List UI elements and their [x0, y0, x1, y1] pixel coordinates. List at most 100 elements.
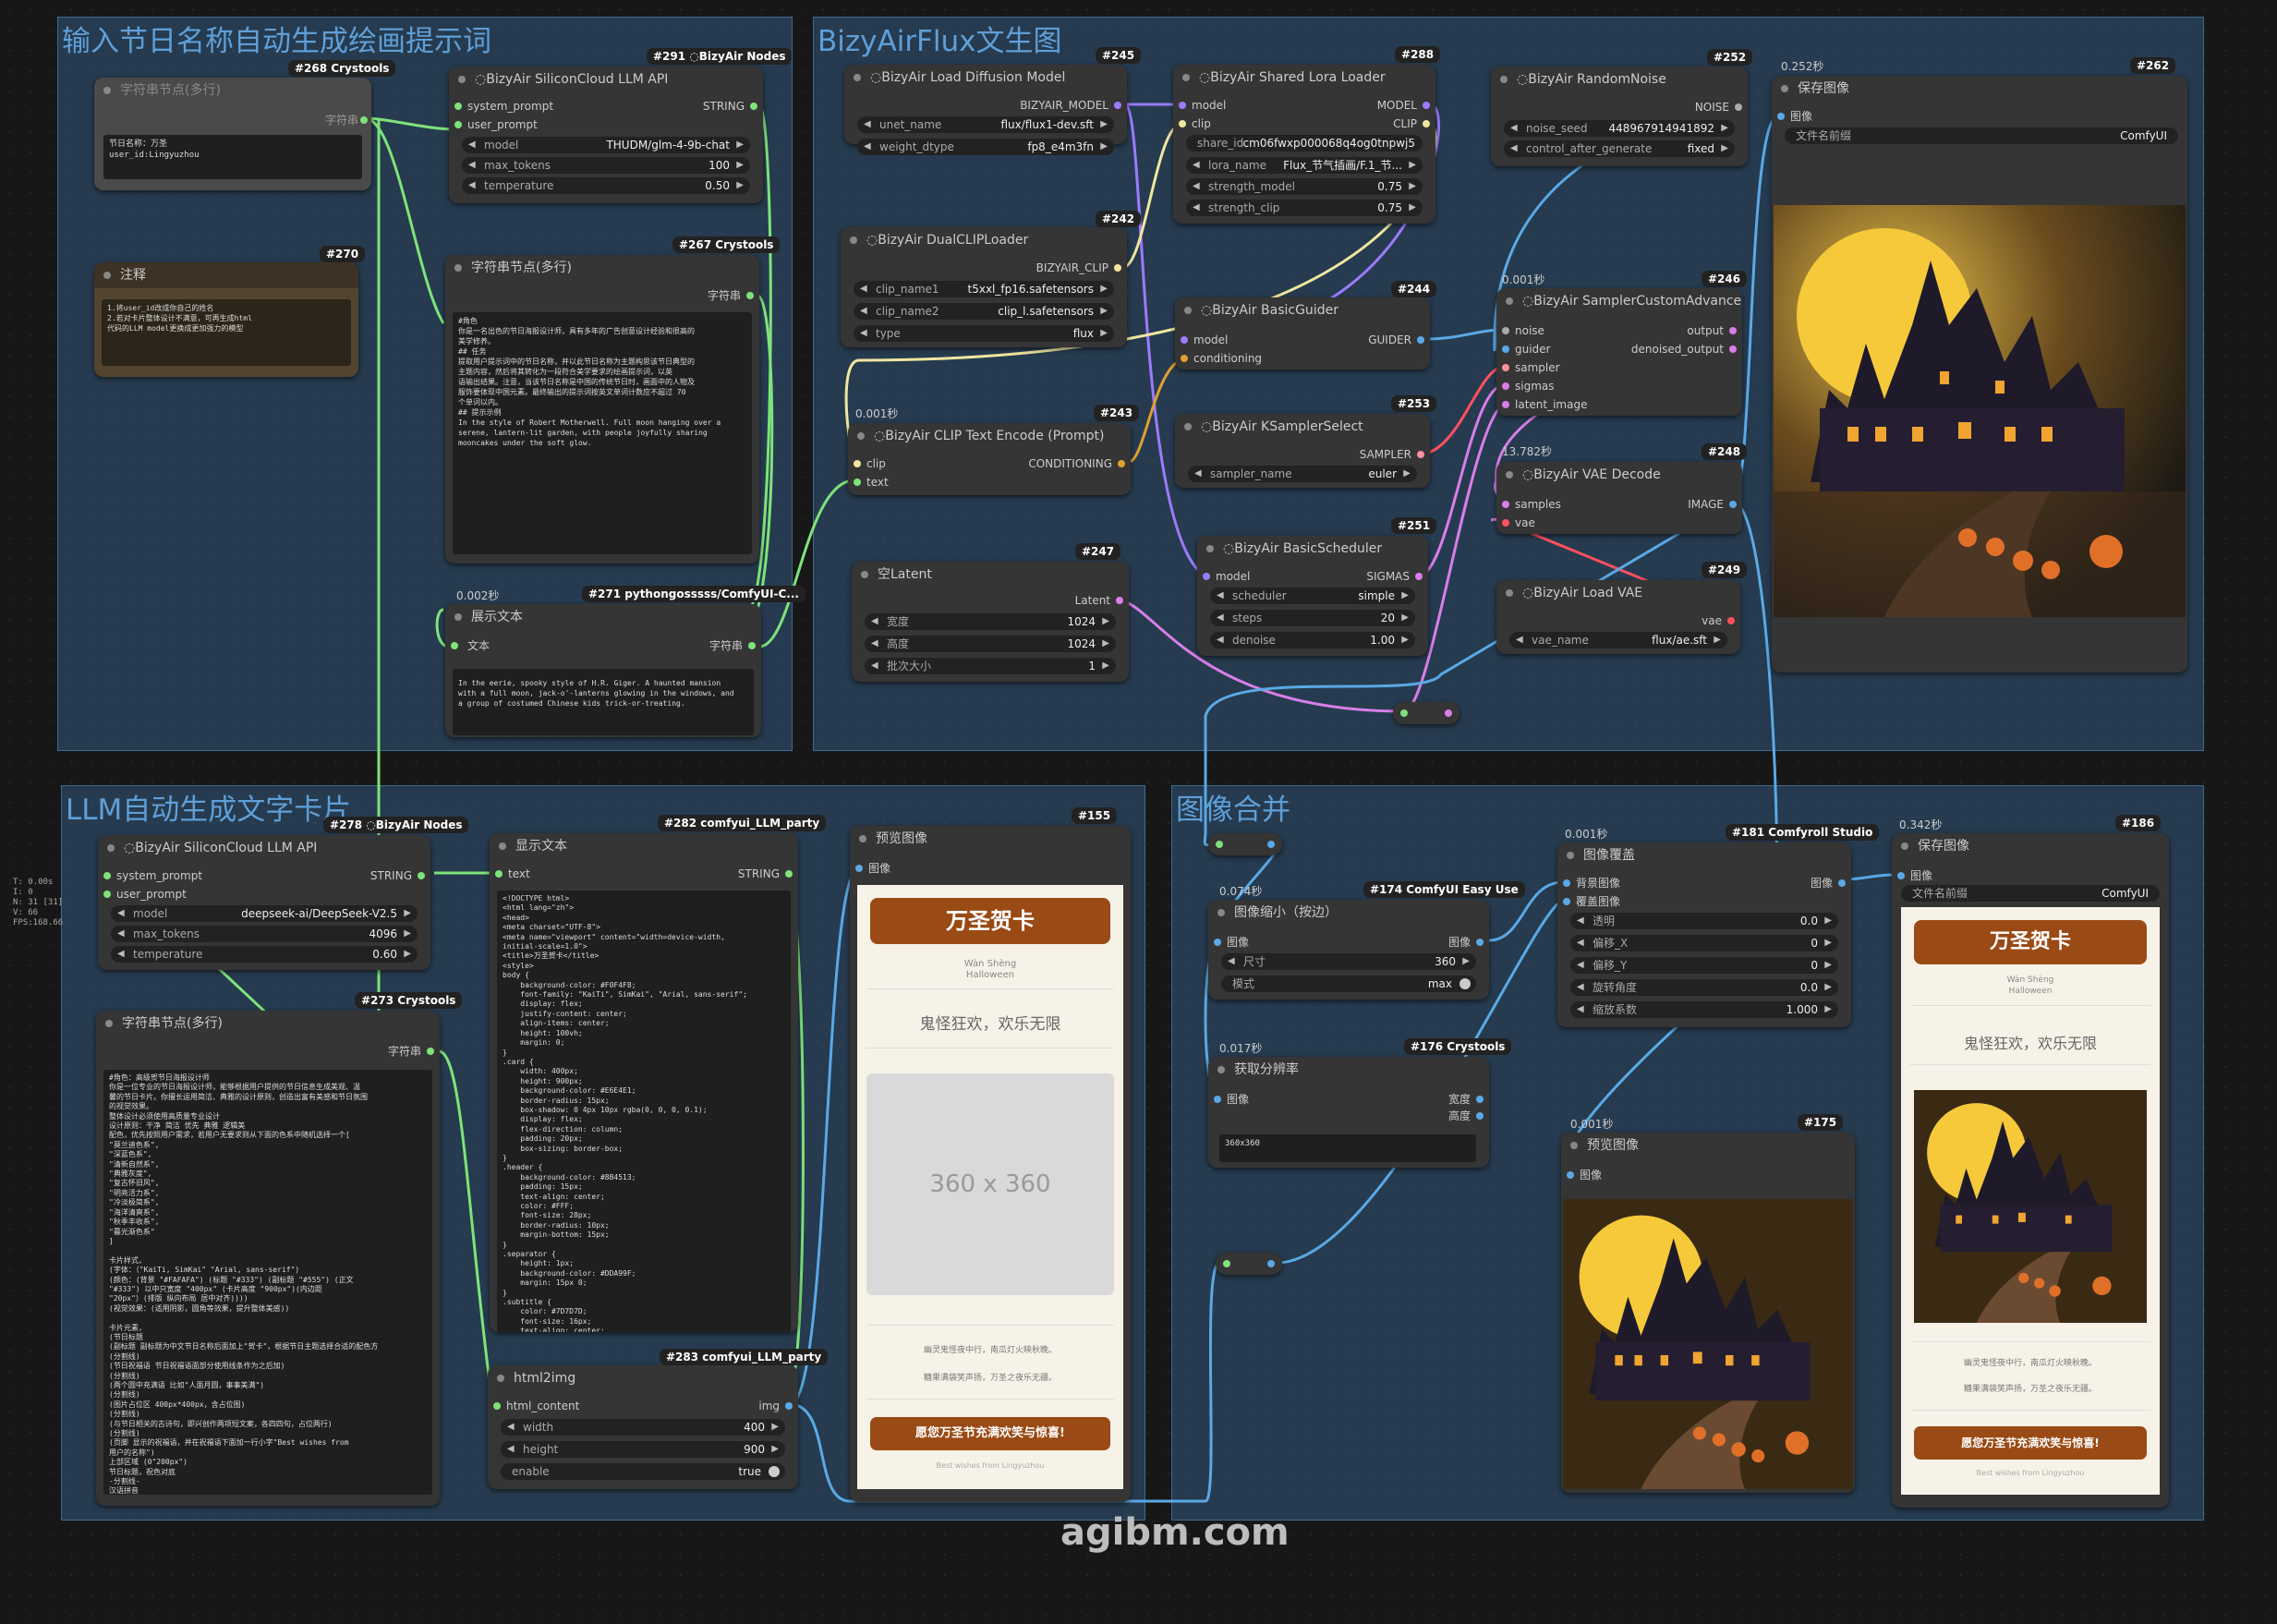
collapse-dot[interactable] [107, 844, 115, 852]
node-174-image-scale-down[interactable]: 图像缩小（按边） 图像 图像 ◀ 尺寸 360 ▶ 模式 max [1208, 900, 1489, 1000]
strength-model-number[interactable]: ◀ strength_model 0.75 ▶ [1186, 178, 1423, 195]
output-slot[interactable] [1729, 501, 1737, 508]
node-header[interactable]: 保存图像 [1772, 76, 2187, 102]
node-header[interactable]: ◌BizyAir CLIP Text Encode (Prompt) [848, 423, 1131, 449]
node-header[interactable]: 获取分辨率 [1208, 1057, 1489, 1083]
node-header[interactable]: ◌BizyAir Load VAE [1496, 580, 1740, 606]
node-271-show-text[interactable]: 展示文本 文本 字符串 In the eerie, spooky style o… [445, 604, 761, 737]
size-number[interactable]: ◀ 尺寸 360 ▶ [1221, 953, 1476, 970]
output-slot[interactable] [1476, 939, 1484, 946]
reroute-node[interactable] [1216, 1253, 1282, 1275]
input-slot[interactable] [1563, 898, 1570, 905]
output-slot[interactable] [1417, 336, 1424, 344]
collapse-dot[interactable] [454, 264, 462, 272]
width-number[interactable]: ◀ 宽度 1024 ▶ [865, 613, 1116, 630]
card-preview[interactable]: 万圣贺卡 Wàn Shèng Halloween 鬼怪狂欢，欢乐无限 360 x… [857, 885, 1123, 1489]
node-270-note[interactable]: 注释 1.将user_id改成你自己的姓名 2.若对卡片整体设计不满意，可再生成… [94, 262, 358, 377]
output-slot[interactable] [1729, 327, 1737, 334]
node-252-random-noise[interactable]: ◌BizyAir RandomNoise NOISE ◀ noise_seed 44… [1491, 67, 1748, 166]
card-final[interactable]: 万圣贺卡 Wàn Shèng Halloween 鬼怪狂欢，欢乐无限 幽灵鬼怪夜… [1901, 907, 2160, 1495]
node-248-vae-decode[interactable]: ◌BizyAir VAE Decode samples vae IMAGE [1496, 462, 1742, 534]
node-header[interactable]: ◌BizyAir DualCLIPLoader [841, 227, 1127, 253]
collapse-dot[interactable] [1206, 545, 1214, 552]
temperature-number[interactable]: ◀ temperature 0.50 ▶ [462, 177, 750, 194]
input-slot[interactable] [854, 479, 861, 486]
unet-name-combo[interactable]: ◀ unet_name flux/flux1-dev.sft ▶ [857, 116, 1114, 133]
node-242-dual-clip-loader[interactable]: ◌BizyAir DualCLIPLoader BIZYAIR_CLIP ◀ cl… [841, 227, 1127, 347]
enable-toggle[interactable]: enable true [501, 1463, 785, 1480]
max-tokens-number[interactable]: ◀ max_tokens 4096 ▶ [111, 926, 418, 942]
input-slot[interactable] [454, 121, 462, 128]
filename-prefix-field[interactable]: 文件名前缀 ComfyUI [1901, 885, 2160, 902]
input-slot[interactable] [1214, 1096, 1221, 1103]
sampler-name-combo[interactable]: ◀ sampler_name euler ▶ [1188, 466, 1417, 482]
scheduler-combo[interactable]: ◀ scheduler simple ▶ [1210, 588, 1415, 604]
input-slot[interactable] [1567, 1171, 1574, 1179]
reroute-out[interactable] [1445, 709, 1452, 717]
output-slot[interactable] [1114, 264, 1121, 272]
share-id-field[interactable]: share_id cm06fwxp000068q4og0tnpwj5 [1186, 135, 1423, 151]
output-slot[interactable] [1727, 617, 1735, 624]
node-header[interactable]: 字符串节点(多行) [445, 255, 759, 281]
output-slot[interactable] [1118, 460, 1125, 467]
scale-number[interactable]: ◀ 缩放系数 1.000 ▶ [1570, 1001, 1838, 1018]
node-249-load-vae[interactable]: ◌BizyAir Load VAE vae ◀ vae_name flux/ae.s… [1496, 580, 1740, 654]
input-slot[interactable] [1179, 120, 1186, 127]
preview-image[interactable] [1563, 1199, 1853, 1489]
input-slot[interactable] [1502, 327, 1509, 334]
input-slot[interactable] [1502, 501, 1509, 508]
collapse-dot[interactable] [859, 835, 866, 842]
node-header[interactable]: html2img [488, 1365, 798, 1391]
node-header[interactable]: ◌BizyAir BasicGuider [1175, 297, 1430, 323]
node-header[interactable]: ◌BizyAir KSamplerSelect [1175, 414, 1430, 440]
node-282-display-text[interactable]: 显示文本 text STRING <!DOCTYPE html> <html l… [490, 833, 798, 1332]
reroute-out[interactable] [1267, 841, 1275, 848]
collapse-dot[interactable] [1500, 76, 1508, 83]
node-245-load-diffusion-model[interactable]: ◌BizyAir Load Diffusion Model BIZYAIR_MO… [844, 65, 1127, 144]
node-header[interactable]: 空Latent [852, 562, 1129, 588]
collapse-dot[interactable] [854, 74, 861, 81]
input-slot[interactable] [1563, 879, 1570, 887]
node-246-sampler-custom-advanced[interactable]: ◌BizyAir SamplerCustomAdvanced noise gui… [1496, 288, 1742, 416]
node-header[interactable]: 预览图像 [1561, 1133, 1855, 1158]
collapse-dot[interactable] [499, 842, 506, 850]
output-slot[interactable] [1838, 879, 1846, 887]
denoise-number[interactable]: ◀ denoise 1.00 ▶ [1210, 632, 1415, 648]
node-181-image-overlay[interactable]: 图像覆盖 背景图像 覆盖图像 图像 ◀ 透明 0.0 ▶ ◀ 偏移_X 0 ▶ ◀ 偏移_Y 0… [1557, 842, 1851, 1027]
output-slot[interactable] [785, 870, 793, 878]
input-slot[interactable] [1502, 519, 1509, 527]
input-slot[interactable] [1203, 573, 1210, 580]
node-186-save-image[interactable]: 保存图像 图像 文件名前缀 ComfyUI 万圣贺卡 Wàn Shèng Hall… [1892, 833, 2169, 1508]
collapse-dot[interactable] [1506, 589, 1513, 597]
width-number[interactable]: ◀ width 400 ▶ [501, 1419, 785, 1436]
node-291-siliconcloud-llm[interactable]: ◌BizyAir SiliconCloud LLM API system_pro… [449, 67, 763, 203]
vae-name-combo[interactable]: ◀ vae_name flux/ae.sft ▶ [1509, 632, 1727, 648]
input-slot[interactable] [454, 103, 462, 110]
reroute-in[interactable] [1400, 709, 1408, 717]
node-278-siliconcloud-llm[interactable]: ◌BizyAir SiliconCloud LLM API system_pro… [98, 835, 430, 970]
mode-toggle[interactable]: 模式 max [1221, 976, 1476, 992]
collapse-dot[interactable] [1570, 1142, 1578, 1149]
input-slot[interactable] [1502, 364, 1509, 371]
control-after-generate-combo[interactable]: ◀ control_after_generate fixed ▶ [1504, 140, 1735, 157]
input-slot[interactable] [451, 642, 458, 649]
output-slot[interactable] [1417, 451, 1424, 458]
output-slot[interactable] [1423, 102, 1430, 109]
input-slot[interactable] [1181, 336, 1188, 344]
clip-name2-combo[interactable]: ◀ clip_name2 clip_l.safetensors ▶ [854, 303, 1114, 320]
node-header[interactable]: ◌BizyAir SiliconCloud LLM API [449, 67, 763, 92]
strength-clip-number[interactable]: ◀ strength_clip 0.75 ▶ [1186, 200, 1423, 216]
reroute-node[interactable] [1208, 833, 1282, 855]
input-slot[interactable] [1502, 382, 1509, 390]
collapse-dot[interactable] [861, 571, 868, 578]
output-slot[interactable] [427, 1048, 434, 1055]
model-combo[interactable]: ◀ model THUDM/glm-4-9b-chat ▶ [462, 137, 750, 153]
node-header[interactable]: 字符串节点(多行) [96, 1011, 440, 1036]
steps-number[interactable]: ◀ steps 20 ▶ [1210, 610, 1415, 626]
node-262-save-image[interactable]: 保存图像 图像 文件名前缀 ComfyUI [1772, 76, 2187, 673]
node-175-preview-image[interactable]: 预览图像 图像 [1561, 1133, 1855, 1493]
output-slot[interactable] [1423, 120, 1430, 127]
output-slot[interactable] [748, 642, 756, 649]
collapse-dot[interactable] [1901, 842, 1908, 850]
reroute-out[interactable] [1267, 1260, 1275, 1267]
